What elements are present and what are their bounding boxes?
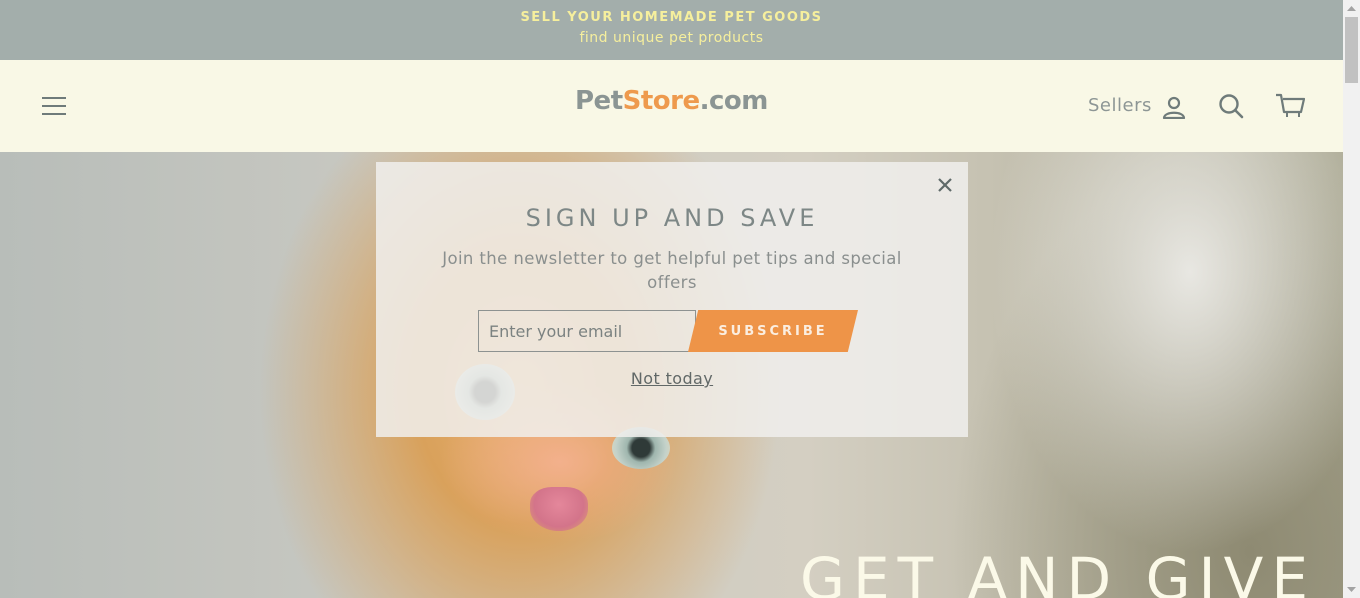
announcement-bar: SELL YOUR HOMEMADE PET GOODS find unique… — [0, 0, 1343, 60]
cart-icon[interactable] — [1275, 93, 1306, 119]
site-header: PetStore.com Sellers — [0, 60, 1343, 152]
site-logo[interactable]: PetStore.com — [575, 86, 775, 126]
logo-text-com: .com — [699, 86, 769, 116]
close-icon[interactable] — [935, 175, 955, 195]
newsletter-modal: SIGN UP AND SAVE Join the newsletter to … — [376, 162, 968, 437]
user-icon[interactable] — [1162, 95, 1186, 120]
scroll-down-arrow-icon[interactable] — [1343, 581, 1360, 598]
page-scrollbar[interactable] — [1343, 0, 1360, 598]
page: SELL YOUR HOMEMADE PET GOODS find unique… — [0, 0, 1360, 598]
hero-title: GET AND GIVE — [800, 545, 1316, 598]
email-field[interactable] — [478, 310, 696, 352]
modal-title: SIGN UP AND SAVE — [525, 204, 819, 232]
hamburger-menu-icon[interactable] — [42, 96, 67, 116]
announcement-line-1[interactable]: SELL YOUR HOMEMADE PET GOODS — [0, 10, 1343, 25]
scrollbar-thumb[interactable] — [1345, 17, 1358, 83]
logo-text-pet: Pet — [575, 86, 623, 116]
announcement-line-2[interactable]: find unique pet products — [0, 30, 1343, 46]
subscribe-button[interactable]: SUBSCRIBE — [688, 310, 858, 352]
scroll-up-arrow-icon[interactable] — [1343, 0, 1360, 17]
modal-subtitle: Join the newsletter to get helpful pet t… — [442, 249, 902, 292]
search-icon[interactable] — [1218, 93, 1244, 119]
kitten-nose — [530, 487, 588, 531]
not-today-link[interactable]: Not today — [376, 369, 968, 388]
logo-text-store: Store — [622, 86, 700, 116]
sellers-link[interactable]: Sellers — [1088, 95, 1152, 116]
